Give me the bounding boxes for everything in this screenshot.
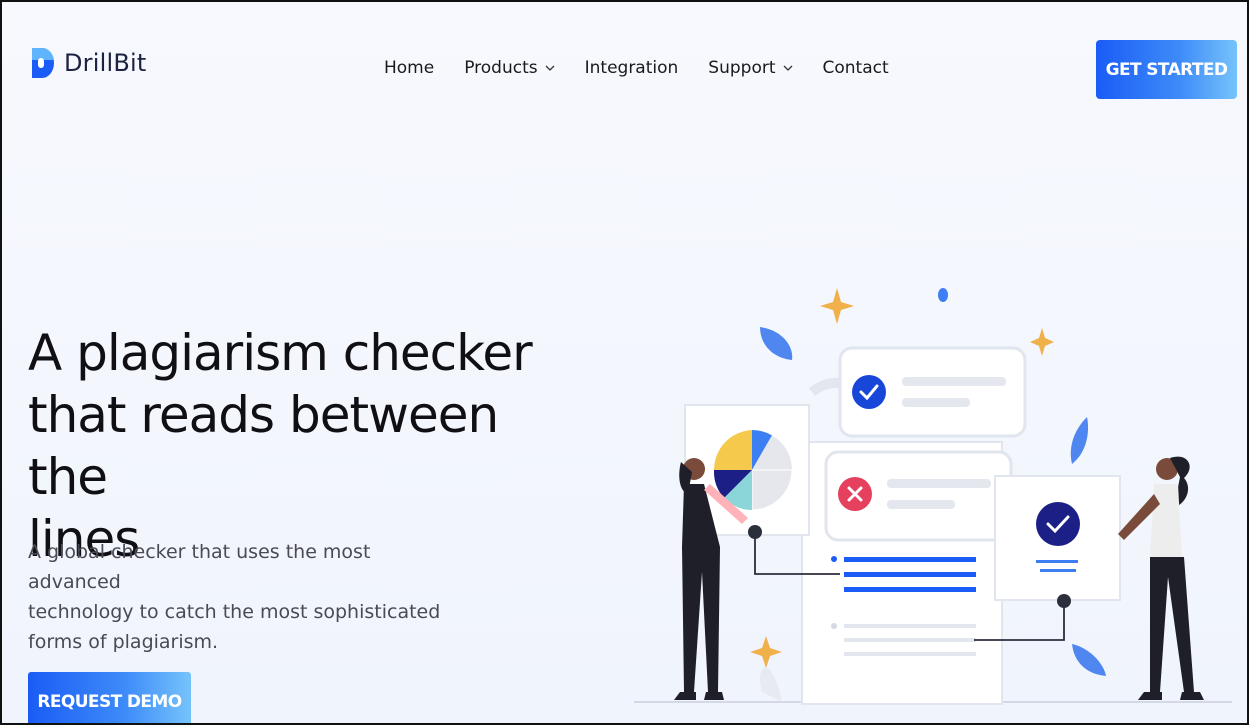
nav-item-label: Contact [822,58,889,78]
drillbit-logo-icon [32,47,54,78]
brand-logo[interactable]: DrillBit [28,46,147,80]
nav-item-integration[interactable]: Integration [585,58,679,78]
hero-subtitle-line: A global checker that uses the most adva… [28,541,371,593]
check-icon [852,375,886,409]
hero-subtitle: A global checker that uses the most adva… [28,537,468,657]
check-icon [1036,502,1080,546]
nav-item-home[interactable]: Home [384,58,434,78]
hero-subtitle-line: forms of plagiarism. [28,631,219,653]
hero-title-line: that reads between the [28,386,499,506]
sparkle-icon [820,288,854,324]
leaf-icon [760,327,793,360]
hero-illustration [634,288,1232,705]
get-started-button[interactable]: GET STARTED [1096,40,1237,99]
nav-item-label: Products [464,58,538,78]
brand-name: DrillBit [64,49,147,77]
request-demo-button[interactable]: REQUEST DEMO [28,672,191,723]
leaf-icon [1072,644,1106,676]
sparkle-icon [750,636,782,668]
main-menu: Home Products Integration Support Contac… [384,58,889,78]
nav-item-label: Support [708,58,776,78]
page-frame: DrillBit Home Products Integration Suppo… [0,0,1249,725]
woman-figure-right [1118,456,1204,700]
nav-item-products[interactable]: Products [464,58,555,78]
nav-item-contact[interactable]: Contact [823,58,889,78]
hero-title: A plagiarism checker that reads between … [28,322,588,570]
nav-item-label: Home [384,58,435,78]
pie-chart-icon [713,430,793,511]
hero-title-line: A plagiarism checker [28,324,533,382]
nav-item-label: Integration [584,58,679,78]
chevron-down-icon [545,65,555,71]
hero-subtitle-line: technology to catch the most sophisticat… [28,601,441,623]
sparkle-icon [1030,328,1054,356]
chevron-down-icon [783,65,792,71]
leaf-icon [1070,417,1089,464]
top-navigation: DrillBit Home Products Integration Suppo… [28,40,1237,100]
nav-item-support[interactable]: Support [708,58,792,78]
